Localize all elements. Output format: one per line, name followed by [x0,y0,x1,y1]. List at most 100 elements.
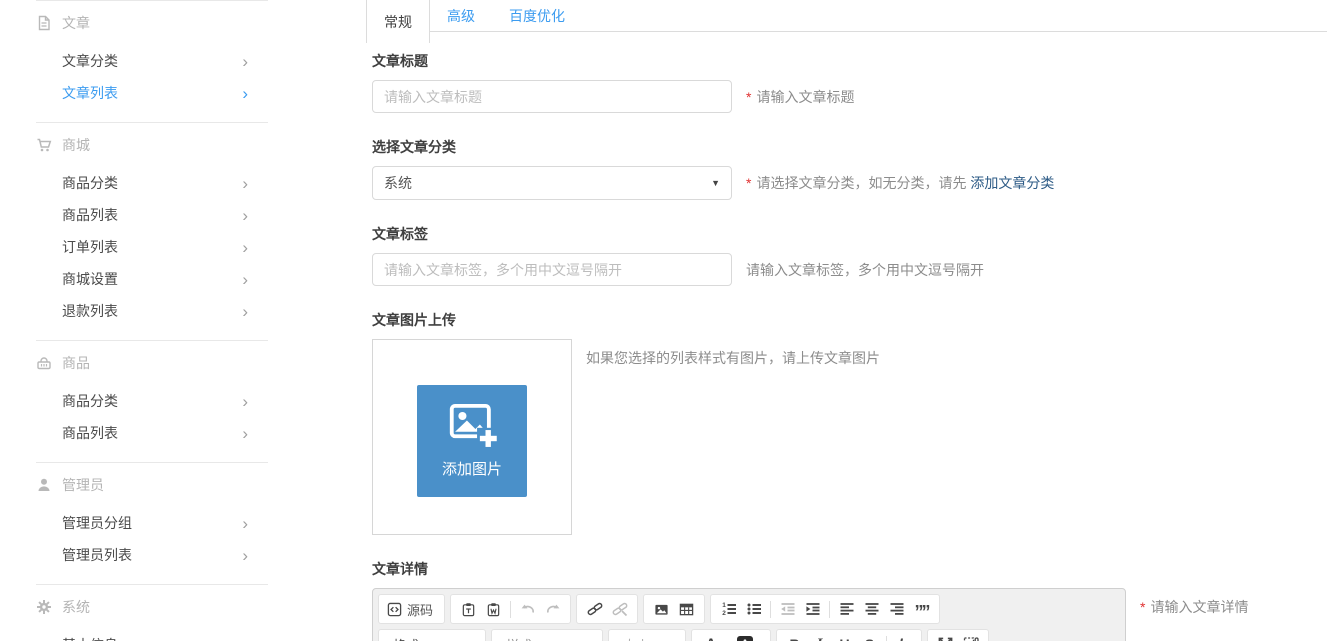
sidebar-item-order-list[interactable]: 订单列表 › [0,231,300,263]
maximize-button[interactable] [933,632,958,641]
undo-button[interactable] [515,597,540,621]
redo-icon [545,601,561,617]
field-hint: *请选择文章分类，如无分类，请先 添加文章分类 [746,173,1054,193]
field-hint: 请输入文章标签，多个用中文逗号隔开 [746,260,984,280]
field-article-category: 选择文章分类 系统 ▼ *请选择文章分类，如无分类，请先 添加文章分类 [372,137,1327,200]
gear-icon [36,599,52,615]
field-hint: *请输入文章标题 [746,87,854,107]
article-title-input[interactable] [372,80,732,113]
editor-toolbar-row-1: 源码 [378,594,1120,624]
sidebar-header-system: 系统 [0,585,300,629]
chevron-right-icon: › [242,53,248,70]
svg-text:2: 2 [722,610,726,617]
cart-icon [36,137,52,153]
sidebar-item-product-list[interactable]: 商品列表 › [0,417,300,449]
file-text-icon [36,15,52,31]
add-category-link[interactable]: 添加文章分类 [970,175,1054,191]
italic-button[interactable]: I [807,632,832,641]
hint-text: 如果您选择的列表样式有图片，请上传文章图片 [586,350,880,366]
bold-button[interactable]: B [782,632,807,641]
indent-button[interactable] [800,597,825,621]
sidebar-item-label: 退款列表 [62,301,118,321]
underline-icon: U [839,636,849,641]
required-mark: * [1140,599,1145,615]
field-label: 文章详情 [372,559,1327,579]
chevron-right-icon: › [242,271,248,288]
underline-button[interactable]: U [832,632,857,641]
toolbar-group-insert [643,594,705,624]
size-combo[interactable]: 大小 ▾ [614,632,680,641]
field-article-content: 文章详情 源码 [372,559,1327,641]
sidebar-header-product: 商品 [0,341,300,385]
ordered-list-icon: 12 [721,601,737,617]
toolbar-separator [510,601,511,618]
sidebar-item-refund-list[interactable]: 退款列表 › [0,295,300,327]
align-right-button[interactable] [884,597,909,621]
link-button[interactable] [582,597,607,621]
field-label: 文章标题 [372,51,1327,71]
sidebar-header-mall: 商城 [0,123,300,167]
sidebar-item-article-category[interactable]: 文章分类 › [0,45,300,77]
tab-advanced[interactable]: 高级 [430,0,492,31]
sidebar-section-admin: 管理员 管理员分组 › 管理员列表 › [0,462,300,584]
align-left-button[interactable] [834,597,859,621]
sidebar-item-label: 文章列表 [62,83,118,103]
tab-general[interactable]: 常规 [366,0,430,43]
svg-text:1: 1 [722,602,726,609]
paste-word-button[interactable] [481,597,506,621]
sidebar-item-mall-settings[interactable]: 商城设置 › [0,263,300,295]
toolbar-group-colors: A ▾ A ▾ [691,629,771,641]
text-color-button[interactable]: A ▾ [697,632,731,641]
source-label: 源码 [407,600,433,619]
format-combo[interactable]: 格式 ▾ [384,632,480,641]
outdent-button[interactable] [775,597,800,621]
text-color-icon: A [706,636,716,641]
bullet-list-button[interactable] [741,597,766,621]
sidebar-item-label: 商品分类 [62,173,118,193]
article-tags-input[interactable] [372,253,732,286]
unlink-button[interactable] [607,597,632,621]
sidebar-section-mall: 商城 商品分类 › 商品列表 › 订单列表 › 商城设置 › 退款列表 › [0,122,300,340]
image-upload-dropzone[interactable]: 添加图片 [372,339,572,535]
category-select[interactable]: 系统 ▼ [372,166,732,200]
blockquote-button[interactable]: ”” [909,597,934,621]
image-plus-icon [445,398,499,452]
ordered-list-button[interactable]: 12 [716,597,741,621]
paste-text-button[interactable] [456,597,481,621]
toolbar-group-links [576,594,638,624]
strikethrough-button[interactable]: S [857,632,882,641]
insert-image-button[interactable] [649,597,674,621]
source-code-icon [387,602,402,617]
align-center-button[interactable] [859,597,884,621]
source-button[interactable]: 源码 [384,597,439,621]
styles-combo[interactable]: 样式 ▾ [497,632,597,641]
add-image-button[interactable]: 添加图片 [417,385,527,497]
sidebar-item-basic-info[interactable]: 基本信息 › [0,629,300,641]
sidebar-header-label: 系统 [62,597,90,617]
sidebar-item-goods-category[interactable]: 商品分类 › [0,167,300,199]
bg-color-button[interactable]: A ▾ [731,632,765,641]
sidebar-item-admin-list[interactable]: 管理员列表 › [0,539,300,571]
toolbar-group-clipboard [450,594,571,624]
field-article-image: 文章图片上传 添加图片 如果您选择的列表样式有图片，请上传文章图片 [372,310,1327,535]
tab-label: 常规 [384,12,412,32]
sidebar-item-goods-list[interactable]: 商品列表 › [0,199,300,231]
insert-table-button[interactable] [674,597,699,621]
redo-button[interactable] [540,597,565,621]
sidebar-item-product-category[interactable]: 商品分类 › [0,385,300,417]
remove-format-button[interactable]: I × [891,632,916,641]
sidebar-item-article-list[interactable]: 文章列表 › [0,77,300,109]
field-article-title: 文章标题 *请输入文章标题 [372,51,1327,113]
sidebar-item-admin-group[interactable]: 管理员分组 › [0,507,300,539]
show-blocks-button[interactable] [958,632,983,641]
toolbar-separator [886,636,887,641]
toolbar-group-format: 格式 ▾ [378,629,486,641]
chevron-right-icon: › [242,85,248,102]
chevron-right-icon: › [242,303,248,320]
combo-label: 大小 [623,635,649,641]
basket-icon [36,355,52,371]
tab-baidu-seo[interactable]: 百度优化 [492,0,582,31]
sidebar-item-label: 商品列表 [62,423,118,443]
align-right-icon [889,601,905,617]
chevron-right-icon: › [242,393,248,410]
